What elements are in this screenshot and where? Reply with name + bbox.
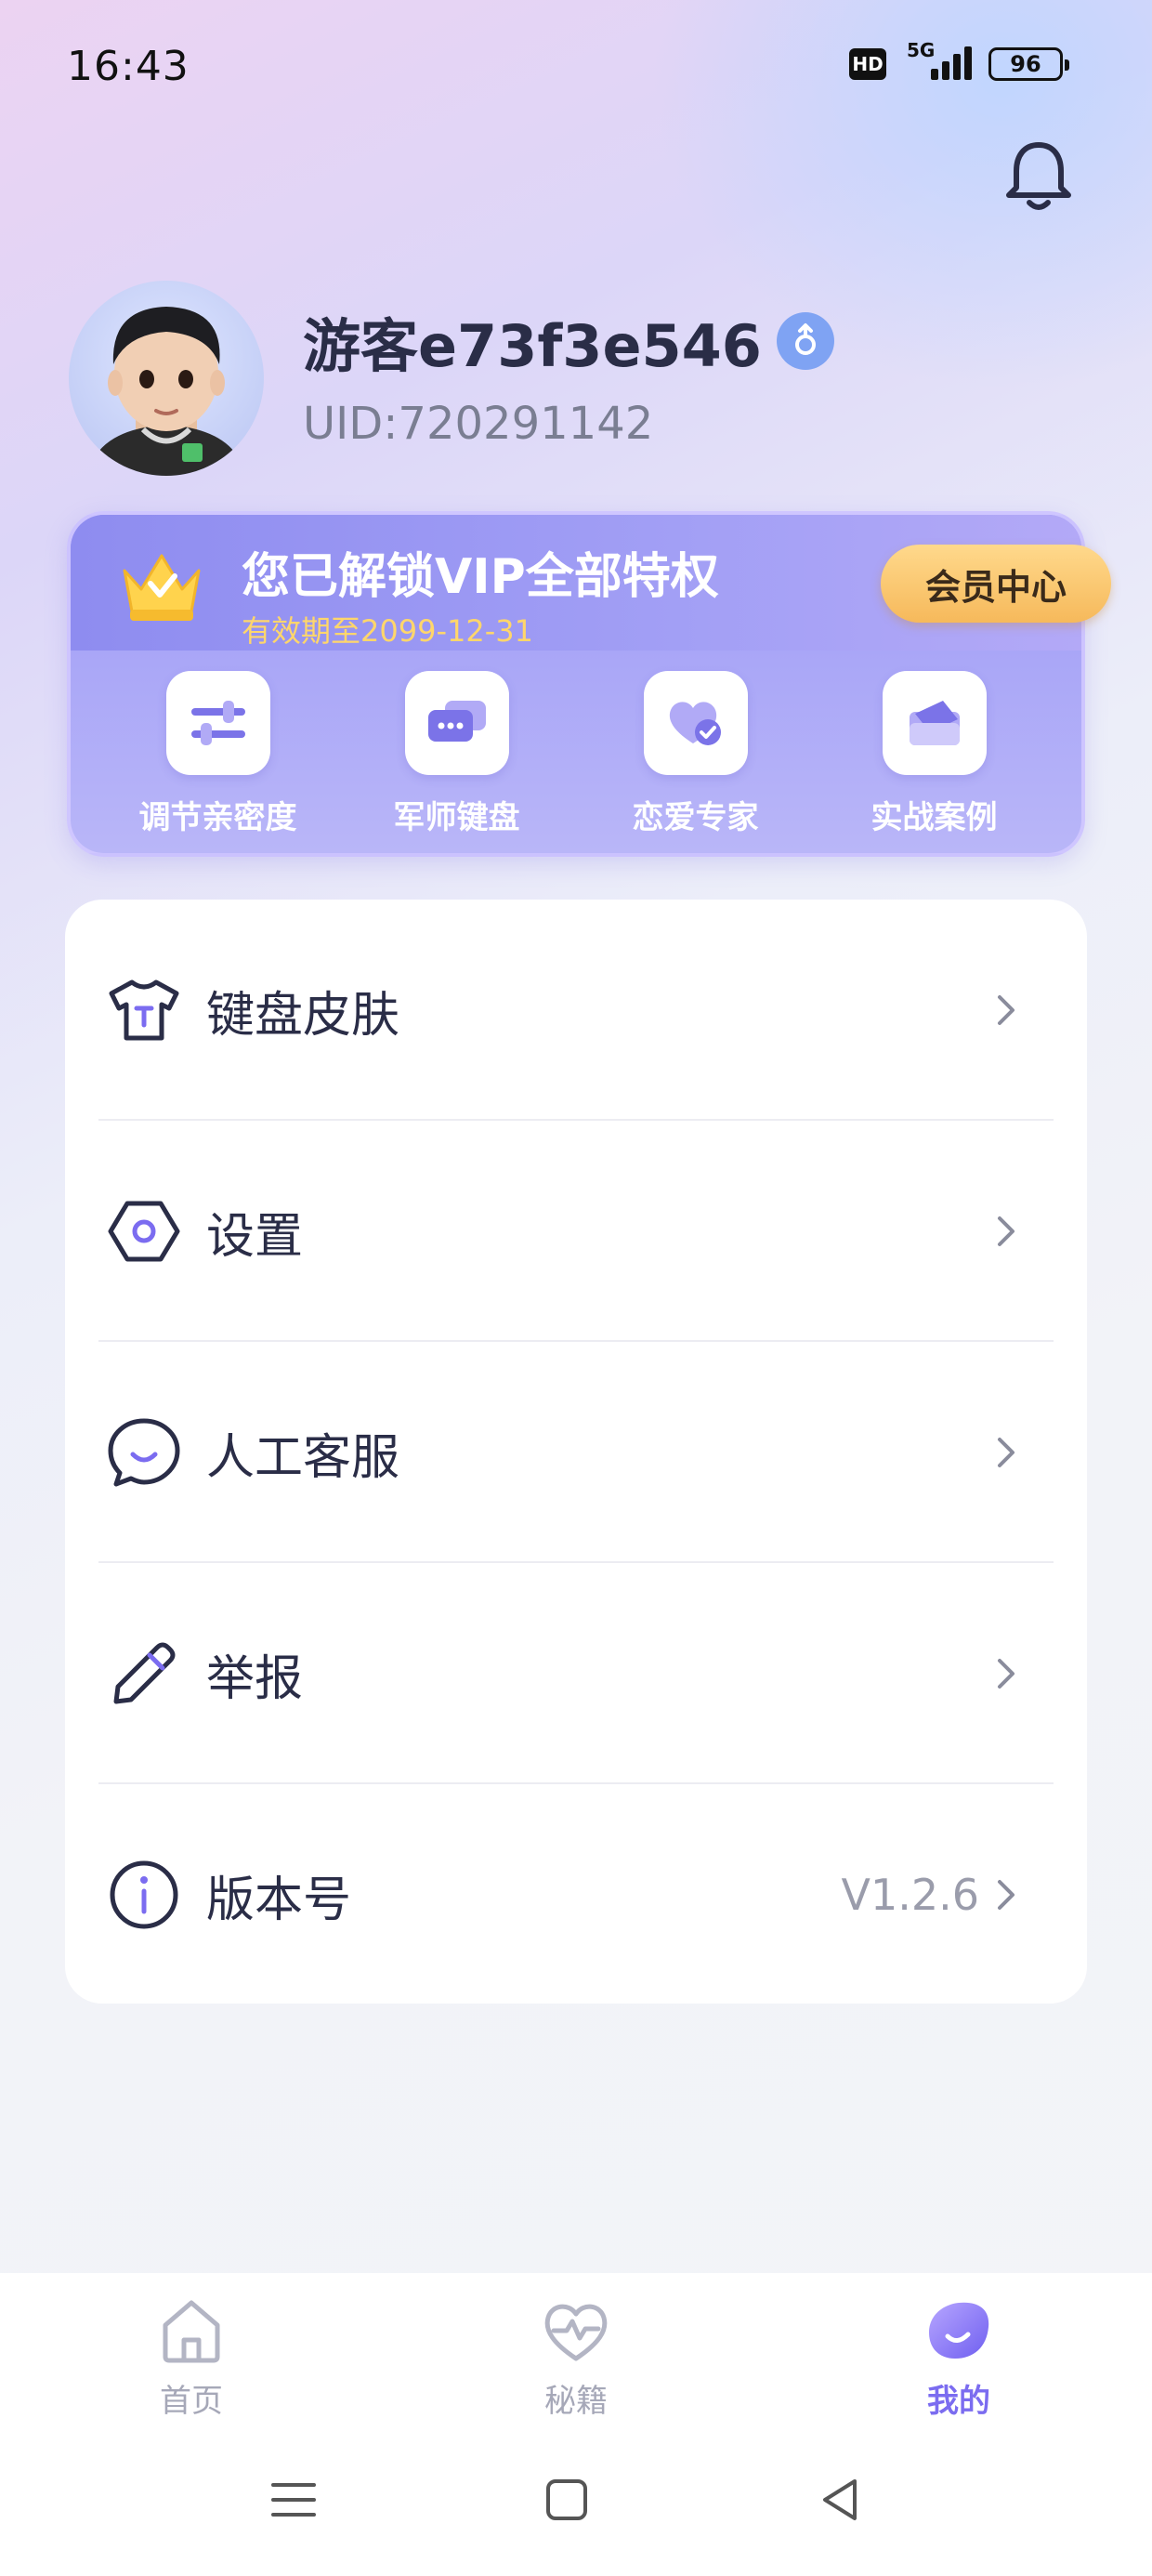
menu-item-label: 举报 xyxy=(206,1650,304,1707)
avatar[interactable] xyxy=(69,281,264,476)
vip-title: 您已解锁VIP全部特权 xyxy=(242,549,719,605)
pencil-icon xyxy=(106,1636,182,1712)
chevron-right-icon xyxy=(998,1438,1015,1467)
vip-features: 调节亲密度 军师键盘 恋爱专家 实战案例 xyxy=(71,671,1081,837)
heart-pulse-icon xyxy=(544,2304,608,2361)
crown-icon xyxy=(115,543,208,626)
vip-feature-expert[interactable]: 恋爱专家 xyxy=(589,671,803,837)
menu-item-version[interactable]: 版本号 V1.2.6 xyxy=(98,1784,1054,2005)
bottom-nav: 首页 秘籍 我的 xyxy=(0,2273,1152,2576)
chevron-right-icon xyxy=(998,1880,1015,1910)
vip-feature-label: 恋爱专家 xyxy=(632,799,759,836)
tab-secrets[interactable]: 秘籍 xyxy=(492,2295,660,2421)
menu-item-label: 人工客服 xyxy=(206,1429,400,1486)
hexagon-settings-icon xyxy=(106,1193,182,1269)
tshirt-icon xyxy=(106,972,182,1048)
menu-item-label: 设置 xyxy=(206,1208,304,1265)
status-indicators: HD 5G 96 xyxy=(849,39,1069,84)
username-text: 游客e73f3e546 xyxy=(303,312,762,380)
version-value: V1.2.6 xyxy=(841,1870,979,1920)
status-time: 16:43 xyxy=(67,43,190,90)
vip-expire-date: 有效期至2099-12-31 xyxy=(242,613,533,649)
bell-icon[interactable] xyxy=(1000,136,1078,214)
member-center-button[interactable]: 会员中心 xyxy=(881,545,1111,623)
vip-feature-cases[interactable]: 实战案例 xyxy=(828,671,1041,837)
tab-label: 秘籍 xyxy=(544,2383,608,2420)
heart-check-icon xyxy=(643,671,748,775)
user-uid: UID:720291142 xyxy=(303,398,654,450)
menu-item-settings[interactable]: 设置 xyxy=(98,1121,1054,1342)
battery-level: 96 xyxy=(1010,51,1041,77)
status-bar: 16:43 HD 5G 96 xyxy=(0,0,1152,130)
username: 游客e73f3e546 xyxy=(303,299,834,383)
menu-item-keyboard-skin[interactable]: 键盘皮肤 xyxy=(98,900,1054,1121)
tab-mine[interactable]: 我的 xyxy=(875,2295,1042,2421)
vip-feature-keyboard[interactable]: 军师键盘 xyxy=(350,671,564,837)
menu-item-report[interactable]: 举报 xyxy=(98,1563,1054,1784)
sliders-icon xyxy=(165,671,270,775)
tab-label: 首页 xyxy=(160,2383,223,2420)
home-square-icon[interactable] xyxy=(539,2472,595,2528)
network-type: 5G xyxy=(907,39,936,61)
keyboard-chat-icon xyxy=(404,671,509,775)
chevron-right-icon xyxy=(998,1216,1015,1246)
vip-feature-label: 军师键盘 xyxy=(393,799,520,836)
chat-smile-icon xyxy=(106,1414,182,1491)
battery-icon: 96 xyxy=(988,47,1069,81)
tab-home[interactable]: 首页 xyxy=(108,2295,275,2421)
vip-feature-intimacy[interactable]: 调节亲密度 xyxy=(111,671,325,837)
vip-feature-label: 实战案例 xyxy=(871,799,998,836)
hd-badge: HD xyxy=(849,48,886,80)
male-icon xyxy=(776,312,834,370)
menu-item-label: 键盘皮肤 xyxy=(206,987,400,1044)
menu-item-customer-service[interactable]: 人工客服 xyxy=(98,1342,1054,1563)
info-icon xyxy=(106,1857,182,1933)
chevron-right-icon xyxy=(998,995,1015,1025)
back-triangle-icon[interactable] xyxy=(812,2472,868,2528)
settings-menu: 键盘皮肤 设置 人工客服 举报 版本号 V1.2.6 xyxy=(65,900,1087,2004)
home-icon xyxy=(163,2300,220,2363)
signal-icon: 5G xyxy=(907,39,972,84)
card-folder-icon xyxy=(882,671,987,775)
chevron-right-icon xyxy=(998,1659,1015,1689)
menu-item-label: 版本号 xyxy=(206,1872,352,1928)
menu-icon[interactable] xyxy=(266,2472,321,2528)
vip-feature-label: 调节亲密度 xyxy=(138,799,297,836)
profile-blob-icon xyxy=(929,2302,989,2359)
tab-label: 我的 xyxy=(927,2383,990,2420)
